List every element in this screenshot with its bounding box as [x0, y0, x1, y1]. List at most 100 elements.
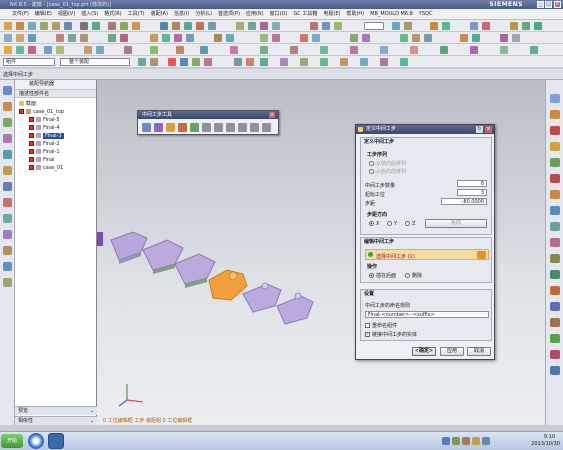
punch-icon[interactable] — [226, 34, 234, 42]
point-on-curve-snap-icon[interactable] — [300, 58, 308, 66]
layer-select[interactable] — [364, 22, 384, 30]
direction-z-option[interactable]: Z — [405, 221, 415, 227]
tree-node[interactable]: Final-1 — [19, 148, 96, 156]
strip-part-6[interactable] — [276, 292, 314, 325]
process-studio-icon[interactable] — [3, 214, 12, 223]
reuse-library-icon[interactable] — [3, 134, 12, 143]
delete-option[interactable]: 删除 — [405, 272, 422, 279]
spring-icon[interactable] — [550, 238, 560, 247]
stage-unbend-icon[interactable] — [178, 123, 187, 132]
select-all-icon[interactable] — [138, 58, 146, 66]
fit-icon[interactable] — [16, 46, 24, 54]
visualization-icon[interactable] — [440, 46, 448, 54]
type-filter-select[interactable]: 组件 — [3, 58, 55, 66]
menu-mb-mould[interactable]: MB_MOULD M6.8 — [370, 9, 413, 20]
insert-after-option[interactable]: 插在后面 — [369, 272, 396, 279]
security-icon[interactable] — [472, 437, 480, 445]
redo-icon[interactable] — [120, 34, 128, 42]
bom-table-icon[interactable] — [550, 350, 560, 359]
view-icon[interactable] — [380, 46, 388, 54]
menu-window[interactable]: 窗口(O) — [270, 9, 288, 20]
checkbox-icon[interactable] — [29, 117, 34, 122]
reverse-direction-button[interactable]: 反向 — [425, 219, 487, 228]
checkbox-icon[interactable] — [29, 165, 34, 170]
tree-node[interactable]: Final — [19, 156, 96, 164]
part-navigator-icon[interactable] — [3, 118, 12, 127]
close-icon[interactable]: × — [485, 126, 492, 133]
pocket-icon[interactable] — [208, 22, 216, 30]
start-button[interactable]: 开始 — [1, 434, 23, 448]
sheet-metal-icon[interactable] — [400, 34, 408, 42]
unbend-icon[interactable] — [460, 34, 468, 42]
lighting-icon[interactable] — [230, 46, 238, 54]
stage-flatten-icon[interactable] — [190, 123, 199, 132]
menu-format[interactable]: 格式(R) — [104, 9, 121, 20]
chamfer-icon[interactable] — [272, 22, 280, 30]
polygon-icon[interactable] — [52, 22, 60, 30]
view-manager-icon[interactable] — [550, 366, 560, 375]
manufacturing-wizards-icon[interactable] — [3, 230, 12, 239]
volume-icon[interactable] — [462, 437, 470, 445]
strip-part-5[interactable] — [242, 282, 282, 313]
stage-bend-icon[interactable] — [166, 123, 175, 132]
checkbox-icon[interactable] — [29, 133, 34, 138]
checkbox-icon[interactable] — [29, 149, 34, 154]
maximize-button[interactable]: □ — [545, 1, 552, 8]
boss-icon[interactable] — [196, 22, 204, 30]
control-point-snap-icon[interactable] — [204, 58, 212, 66]
spline-icon[interactable] — [64, 22, 72, 30]
measure-icon[interactable] — [430, 22, 438, 30]
menu-application[interactable]: 应用(N) — [246, 9, 264, 20]
blank-icon[interactable] — [550, 142, 560, 151]
hole-icon[interactable] — [184, 22, 192, 30]
die-base-icon[interactable] — [214, 34, 222, 42]
text-icon[interactable] — [80, 22, 88, 30]
bridge-curve-icon[interactable] — [132, 22, 140, 30]
app-icon-1[interactable] — [28, 433, 44, 449]
dependencies-panel[interactable]: 相依性 ⌄ — [15, 416, 97, 425]
zoom-icon[interactable] — [28, 46, 36, 54]
preview-panel[interactable]: 预览 ⌄ — [15, 406, 97, 415]
dowel-icon[interactable] — [550, 270, 560, 279]
line-icon[interactable] — [16, 22, 24, 30]
shaded-icon[interactable] — [84, 46, 92, 54]
flange-icon[interactable] — [412, 34, 420, 42]
constraint-icon[interactable] — [534, 22, 542, 30]
wcs-icon[interactable] — [470, 22, 478, 30]
stage-feature-icon[interactable] — [154, 123, 163, 132]
analyze-icon[interactable] — [442, 22, 450, 30]
menu-info[interactable]: 信息(I) — [174, 9, 189, 20]
layout-icon[interactable] — [410, 46, 418, 54]
web-browser-icon[interactable] — [3, 166, 12, 175]
history-icon[interactable] — [3, 182, 12, 191]
deselect-icon[interactable] — [150, 58, 158, 66]
pattern-icon[interactable] — [322, 22, 330, 30]
save-icon[interactable] — [28, 34, 36, 42]
step-field[interactable]: -80.0000 — [441, 198, 487, 205]
menu-ysqc[interactable]: YSQC — [419, 9, 433, 20]
sketch-icon[interactable] — [4, 22, 12, 30]
die-engineering-icon[interactable] — [150, 34, 158, 42]
orient-view-icon[interactable] — [4, 46, 12, 54]
rotate-icon[interactable] — [44, 46, 52, 54]
project-init-icon[interactable] — [550, 110, 560, 119]
drawing-creation-icon[interactable] — [550, 318, 560, 327]
arc-icon[interactable] — [28, 22, 36, 30]
cancel-button[interactable]: 取消 — [467, 347, 491, 356]
hole-table-icon[interactable] — [550, 334, 560, 343]
drawing-icon[interactable] — [312, 34, 320, 42]
strip-part-3[interactable] — [174, 253, 216, 288]
split-icon[interactable] — [248, 22, 256, 30]
rebend-icon[interactable] — [472, 34, 480, 42]
pole-snap-icon[interactable] — [380, 58, 388, 66]
sequence-option-1[interactable]: 从前向后排列 — [369, 160, 406, 167]
rename-component-checkbox[interactable]: 重命名组件 — [365, 322, 397, 329]
rectangle-icon[interactable] — [40, 22, 48, 30]
hd3d-tools-icon[interactable] — [3, 150, 12, 159]
point-on-face-snap-icon[interactable] — [320, 58, 328, 66]
keyboard-icon[interactable] — [442, 437, 450, 445]
strip-part-1[interactable] — [110, 231, 148, 264]
menu-tools[interactable]: 工具(T) — [128, 9, 145, 20]
move-object-icon[interactable] — [404, 22, 412, 30]
datum-icon[interactable] — [482, 22, 490, 30]
